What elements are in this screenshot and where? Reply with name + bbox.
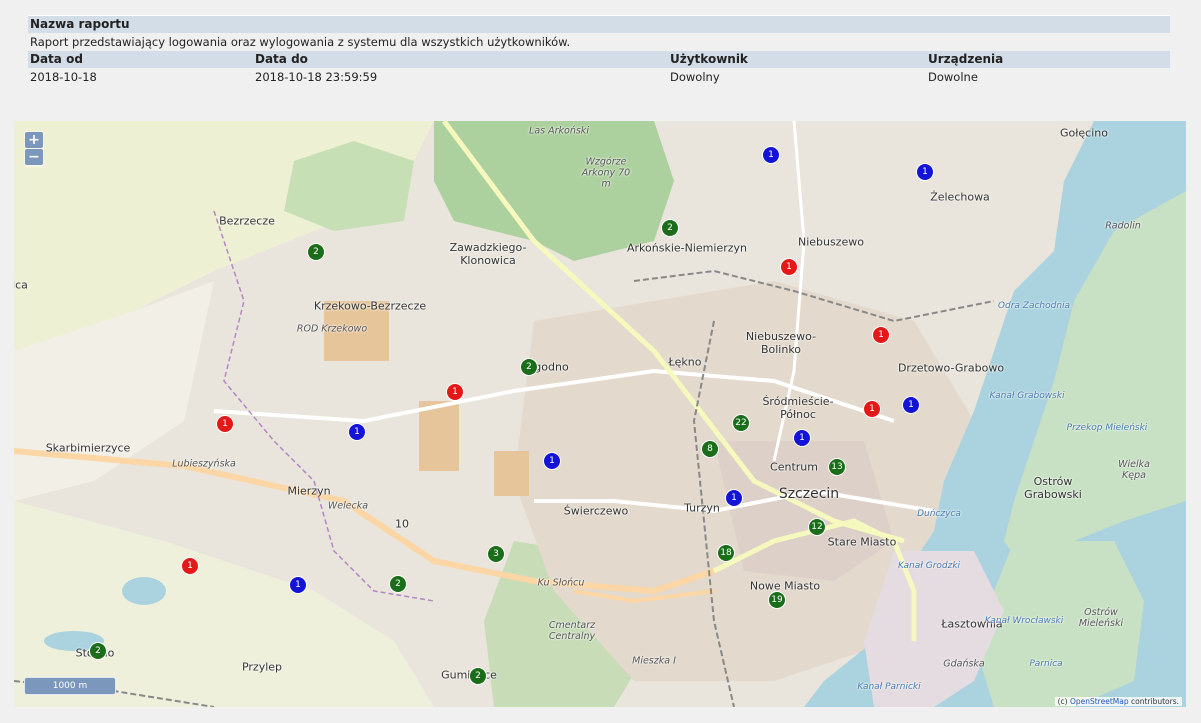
map-marker[interactable]: 18 bbox=[717, 544, 735, 562]
map-marker[interactable]: 1 bbox=[863, 400, 881, 418]
place-label: Żelechowa bbox=[930, 190, 990, 204]
map-marker[interactable]: 1 bbox=[446, 383, 464, 401]
attribution-prefix: (c) bbox=[1057, 697, 1068, 706]
place-label: Kanał Wrocławski bbox=[984, 616, 1064, 626]
column-date-from: Data od bbox=[30, 52, 83, 66]
scale-bar: 1000 m bbox=[24, 677, 116, 695]
map-marker[interactable]: 1 bbox=[181, 557, 199, 575]
place-label: ROD Krzekowo bbox=[296, 323, 368, 335]
place-label: Arkońskie-Niemierzyn bbox=[627, 241, 747, 255]
place-label: Szczecin bbox=[778, 486, 840, 502]
map-marker[interactable]: 2 bbox=[661, 219, 679, 237]
map-attribution: (c) OpenStreetMap contributors. bbox=[1054, 697, 1182, 706]
place-label: Niebuszewo-Bolinko bbox=[745, 330, 817, 356]
map-marker[interactable]: 1 bbox=[289, 576, 307, 594]
attribution-suffix: contributors. bbox=[1131, 697, 1179, 706]
map-marker[interactable]: 1 bbox=[348, 423, 366, 441]
map-marker[interactable]: 22 bbox=[732, 414, 750, 432]
place-label: Odra Zachodnia bbox=[997, 301, 1071, 311]
place-label: Krzekowo-Bezrzecze bbox=[313, 299, 427, 313]
place-label: Centrum bbox=[770, 460, 818, 474]
place-label: Niebuszewo bbox=[797, 235, 865, 249]
place-label: Duńczyca bbox=[917, 509, 961, 519]
value-date-from: 2018-10-18 bbox=[30, 70, 97, 84]
zoom-in-button[interactable]: + bbox=[25, 132, 43, 148]
place-label: Przekop Mieleński bbox=[1066, 423, 1148, 433]
place-label: Radolin bbox=[1105, 220, 1141, 232]
map-marker[interactable]: 1 bbox=[780, 258, 798, 276]
map-view[interactable]: + − Las Arkoński Wzgórze Arkony 70 m Goł… bbox=[14, 121, 1186, 707]
map-marker[interactable]: 8 bbox=[701, 440, 719, 458]
place-label: Kanał Grodzki bbox=[897, 561, 961, 571]
map-marker[interactable]: 1 bbox=[916, 163, 934, 181]
place-label: Gołęcino bbox=[1060, 126, 1108, 140]
place-label: Kanał Grabowski bbox=[989, 391, 1065, 401]
map-marker[interactable]: 1 bbox=[902, 396, 920, 414]
map-marker[interactable]: 1 bbox=[872, 326, 890, 344]
place-label: Kanał Parnicki bbox=[857, 682, 921, 692]
map-marker[interactable]: 1 bbox=[725, 489, 743, 507]
place-label: Wzgórze Arkony 70 m bbox=[581, 156, 631, 190]
place-label: Welecka bbox=[327, 500, 369, 512]
place-label: Skarbimierzyce bbox=[45, 441, 131, 455]
place-label: Drzetowo-Grabowo bbox=[897, 361, 1005, 375]
value-devices: Dowolne bbox=[928, 70, 978, 84]
value-date-to: 2018-10-18 23:59:59 bbox=[255, 70, 378, 84]
place-label: Ostrów Mieleński bbox=[1078, 607, 1124, 629]
place-label: Cmentarz Centralny bbox=[548, 620, 596, 642]
place-label: Śródmieście-Północ bbox=[762, 395, 834, 421]
place-label: ica bbox=[14, 278, 28, 292]
map-marker[interactable]: 2 bbox=[469, 667, 487, 685]
place-label: Turzyn bbox=[684, 501, 720, 515]
map-marker[interactable]: 12 bbox=[808, 518, 826, 536]
report-name-label: Nazwa raportu bbox=[28, 15, 1170, 33]
place-label: Wielka Kępa bbox=[1118, 459, 1150, 481]
place-label: Ostrów Grabowski bbox=[1024, 475, 1082, 501]
report-values-row: 2018-10-18 2018-10-18 23:59:59 Dowolny D… bbox=[28, 68, 1170, 86]
report-description: Raport przedstawiający logowania oraz wy… bbox=[30, 35, 571, 49]
map-marker[interactable]: 2 bbox=[520, 358, 538, 376]
place-label: Parnica bbox=[1029, 659, 1063, 669]
place-label: Lubieszyńska bbox=[172, 458, 236, 470]
place-label: Ku Słońcu bbox=[537, 577, 585, 589]
report-header: Nazwa raportu Raport przedstawiający log… bbox=[28, 15, 1170, 86]
place-label: Gdańska bbox=[943, 658, 985, 670]
column-devices: Urządzenia bbox=[928, 52, 1004, 66]
map-marker[interactable]: 2 bbox=[389, 575, 407, 593]
column-date-to: Data do bbox=[255, 52, 308, 66]
map-marker[interactable]: 2 bbox=[89, 642, 107, 660]
place-label: Zawadzkiego-Klonowica bbox=[449, 241, 527, 267]
map-marker[interactable]: 3 bbox=[487, 545, 505, 563]
map-marker[interactable]: 1 bbox=[543, 452, 561, 470]
value-user: Dowolny bbox=[670, 70, 720, 84]
place-label: Mieszka I bbox=[632, 655, 676, 667]
report-columns-header: Data od Data do Użytkownik Urządzenia bbox=[28, 51, 1170, 68]
map-marker[interactable]: 2 bbox=[307, 243, 325, 261]
place-label: Przylep bbox=[241, 660, 283, 674]
map-marker[interactable]: 13 bbox=[828, 458, 846, 476]
place-label: Mierzyn bbox=[287, 484, 331, 498]
map-marker[interactable]: 1 bbox=[216, 415, 234, 433]
map-marker[interactable]: 1 bbox=[793, 429, 811, 447]
zoom-out-button[interactable]: − bbox=[25, 149, 43, 165]
place-label: Stare Miasto bbox=[827, 535, 897, 549]
place-label: Bezrzecze bbox=[219, 214, 275, 228]
place-label: Las Arkoński bbox=[529, 125, 589, 137]
place-label: 10 bbox=[395, 517, 409, 531]
osm-attribution-link[interactable]: OpenStreetMap bbox=[1070, 697, 1129, 706]
place-label: Nowe Miasto bbox=[749, 579, 821, 593]
map-marker[interactable]: 19 bbox=[768, 591, 786, 609]
zoom-control: + − bbox=[24, 131, 44, 167]
column-user: Użytkownik bbox=[670, 52, 748, 66]
place-label: Świerczewo bbox=[563, 504, 629, 518]
place-label: Łękno bbox=[668, 355, 702, 369]
map-marker[interactable]: 1 bbox=[762, 146, 780, 164]
